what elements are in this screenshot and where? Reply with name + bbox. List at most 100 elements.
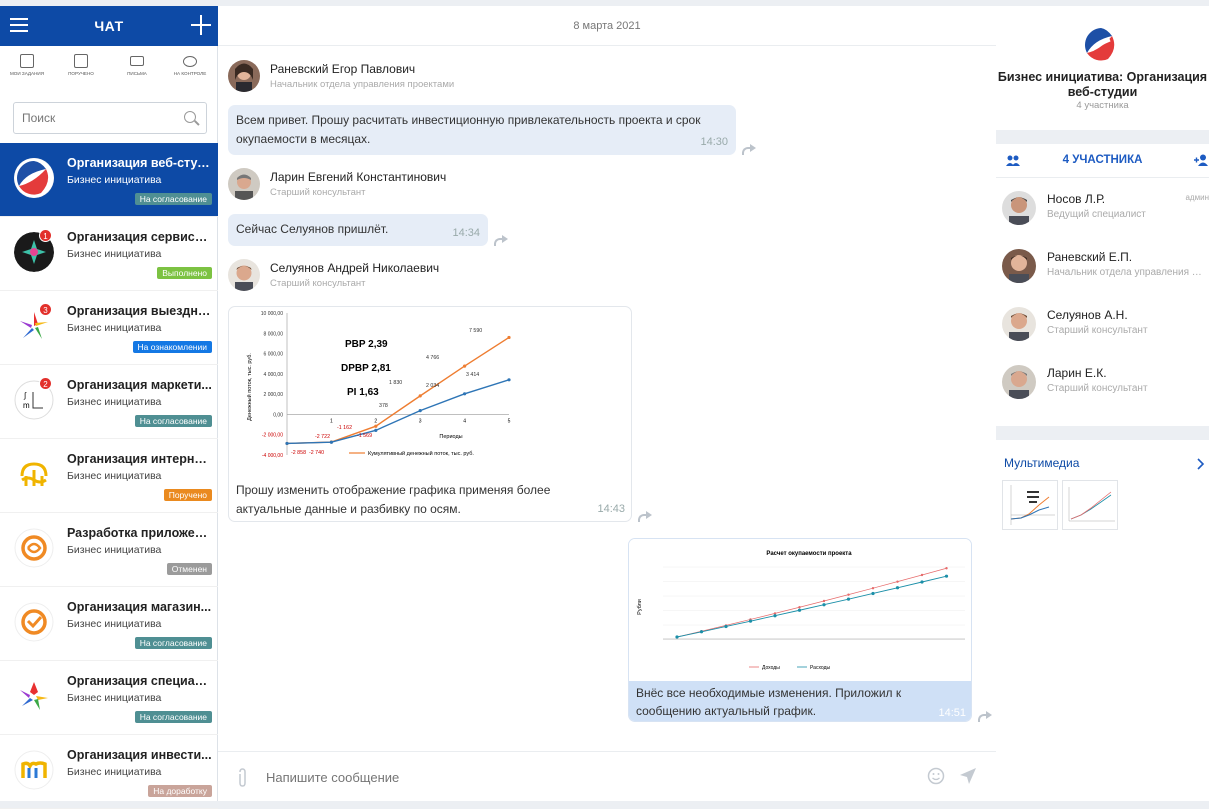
outgoing-message-bubble[interactable]: Расчет окупаемости проекта Рубли Доходы Рас… xyxy=(628,538,972,722)
chat-avatar xyxy=(14,528,54,568)
chat-list-item[interactable]: 3 Организация выездно... Бизнес инициатива… xyxy=(0,291,218,365)
chat-list-item[interactable]: Организация инвести... Бизнес инициатива Н… xyxy=(0,735,218,809)
send-icon[interactable] xyxy=(959,767,977,785)
data-point xyxy=(748,619,753,623)
data-point xyxy=(463,392,467,396)
message-bubble[interactable]: Сейчас Селуянов пришлёт. 14:34 xyxy=(228,214,488,246)
clipboard-icon xyxy=(20,54,34,68)
forward-icon[interactable] xyxy=(494,234,508,246)
member-role: Ведущий специалист xyxy=(1047,209,1146,220)
forward-icon[interactable] xyxy=(638,510,652,522)
chat-list-item[interactable]: ∫ m 2 Организация маркети... Бизнес инициати… xyxy=(0,365,218,439)
member-item[interactable]: Ларин Е.К. Старший консультант xyxy=(996,353,1209,411)
chat-title: Организация сервиса ... xyxy=(67,230,212,244)
chat-list-item[interactable]: Организация магазин... Бизнес инициатива Н… xyxy=(0,587,218,661)
member-item[interactable]: Раневский Е.П. Начальник отдела управлени… xyxy=(996,237,1209,295)
data-point xyxy=(507,378,511,382)
add-participant-icon[interactable] xyxy=(1194,154,1209,166)
forward-icon[interactable] xyxy=(978,710,992,722)
sender-role: Начальник отдела управления проектами xyxy=(270,79,455,90)
x-tick-label: 5 xyxy=(508,418,511,424)
message-bubble[interactable]: Всем привет. Прошу расчитать инвестицион… xyxy=(228,105,736,155)
status-badge: На ознакомлении xyxy=(132,341,212,353)
chat-list-item[interactable]: 1 Организация сервиса ... Бизнес инициатив… xyxy=(0,217,218,291)
message-input[interactable] xyxy=(266,770,866,785)
quick-action-control[interactable]: НА КОНТРОЛЕ xyxy=(163,54,217,94)
avatar[interactable] xyxy=(228,168,260,200)
chart-annotation: DPBP 2,81 xyxy=(341,363,391,374)
new-chat-icon[interactable] xyxy=(191,15,211,35)
forward-icon[interactable] xyxy=(742,143,756,155)
quick-action-assigned[interactable]: ПОРУЧЕНО xyxy=(54,54,108,94)
y-tick-label: 0,00 xyxy=(273,412,283,418)
member-item[interactable]: Селуянов А.Н. Старший консультант xyxy=(996,295,1209,353)
message-sender: Ларин Евгений Константинович Старший кон… xyxy=(228,168,728,202)
data-label: -2 722 xyxy=(315,434,330,440)
quick-action-letters[interactable]: ПИСЬМА xyxy=(110,54,164,94)
y-tick-label: 4 000,00 xyxy=(264,372,284,378)
status-badge: На согласование xyxy=(134,415,212,427)
status-badge: На согласование xyxy=(134,637,212,649)
chat-list-item[interactable]: Разработка приложен... Бизнес инициатива О… xyxy=(0,513,218,587)
data-label: -2 858 xyxy=(291,450,306,456)
chat-list-item[interactable]: Организация специал... Бизнес инициатива Н… xyxy=(0,661,218,735)
chat-subtitle: Бизнес инициатива xyxy=(67,766,162,778)
chat-avatar xyxy=(14,676,54,716)
assign-icon xyxy=(74,54,88,68)
group-title: Бизнес инициатива: Организация веб-студи… xyxy=(997,70,1208,99)
chat-title: Организация выездно... xyxy=(67,304,212,318)
data-point xyxy=(797,608,802,612)
message-text: Сейчас Селуянов пришлёт. xyxy=(236,222,389,236)
status-badge: На согласование xyxy=(134,193,212,205)
avatar[interactable] xyxy=(228,60,260,92)
attach-icon[interactable] xyxy=(236,768,248,788)
data-point xyxy=(463,364,467,368)
data-point xyxy=(920,580,924,584)
cashflow-chart-attachment[interactable]: 10 000,00 8 000,00 6 000,00 4 000,00 2 000,0… xyxy=(229,307,632,467)
participants-header: 4 УЧАСТНИКА xyxy=(996,144,1209,178)
emoji-icon[interactable] xyxy=(927,767,945,785)
sender-name: Раневский Егор Павлович xyxy=(270,62,416,76)
data-label: -1 162 xyxy=(337,425,352,431)
avatar xyxy=(1002,191,1036,225)
chat-list-item[interactable]: Организация веб-студ... Бизнес инициатива… xyxy=(0,143,218,217)
data-point xyxy=(871,587,875,590)
image-message-bubble[interactable]: 10 000,00 8 000,00 6 000,00 4 000,00 2 000,0… xyxy=(228,306,632,522)
media-thumbnail[interactable] xyxy=(1002,480,1058,530)
group-member-count: 4 участника xyxy=(1076,100,1129,111)
chart-annotation: PI 1,63 xyxy=(347,387,379,398)
outgoing-text-area: Внёс все необходимые изменения. Приложил… xyxy=(629,681,971,721)
data-point xyxy=(945,567,948,570)
chat-title: Разработка приложен... xyxy=(67,526,212,540)
message-time: 14:51 xyxy=(938,707,966,719)
avatar xyxy=(1002,365,1036,399)
sender-name: Селуянов Андрей Николаевич xyxy=(270,261,440,275)
data-label: 378 xyxy=(379,403,388,409)
search-icon[interactable] xyxy=(184,111,196,123)
avatar[interactable] xyxy=(228,259,260,291)
chat-list-item[interactable]: Организация интернет... Бизнес инициатива… xyxy=(0,439,218,513)
member-item[interactable]: Носов Л.Р. Ведущий специалист админ xyxy=(996,179,1209,237)
search-input[interactable] xyxy=(22,111,172,125)
chat-title: Организация инвести... xyxy=(67,748,212,762)
chat-subtitle: Бизнес инициатива xyxy=(67,692,162,704)
message-text: Внёс все необходимые изменения. Приложил… xyxy=(636,686,902,718)
quick-action-my-tasks[interactable]: МОИ ЗАДАНИЯ xyxy=(0,54,54,94)
envelope-icon xyxy=(130,56,144,66)
data-point xyxy=(871,591,875,596)
data-point xyxy=(724,624,728,629)
data-point xyxy=(944,574,949,578)
chat-subtitle: Бизнес инициатива xyxy=(67,544,162,556)
message-text: Прошу изменить отображение графика приме… xyxy=(236,483,551,516)
y-axis-label: Рубли xyxy=(637,599,643,615)
chevron-right-icon[interactable] xyxy=(1197,458,1205,470)
sender-name: Ларин Евгений Константинович xyxy=(270,170,447,184)
chat-subtitle: Бизнес инициатива xyxy=(67,618,162,630)
multimedia-label[interactable]: Мультимедиа xyxy=(1004,456,1079,470)
participants-label: 4 УЧАСТНИКА xyxy=(1062,154,1143,166)
payback-chart-attachment[interactable]: Расчет окупаемости проекта Рубли Доходы Рас… xyxy=(629,539,972,681)
media-thumbnail[interactable] xyxy=(1062,480,1118,530)
chat-title: Организация специал... xyxy=(67,674,212,688)
data-label: 7 590 xyxy=(469,328,482,334)
message-composer xyxy=(218,751,996,801)
